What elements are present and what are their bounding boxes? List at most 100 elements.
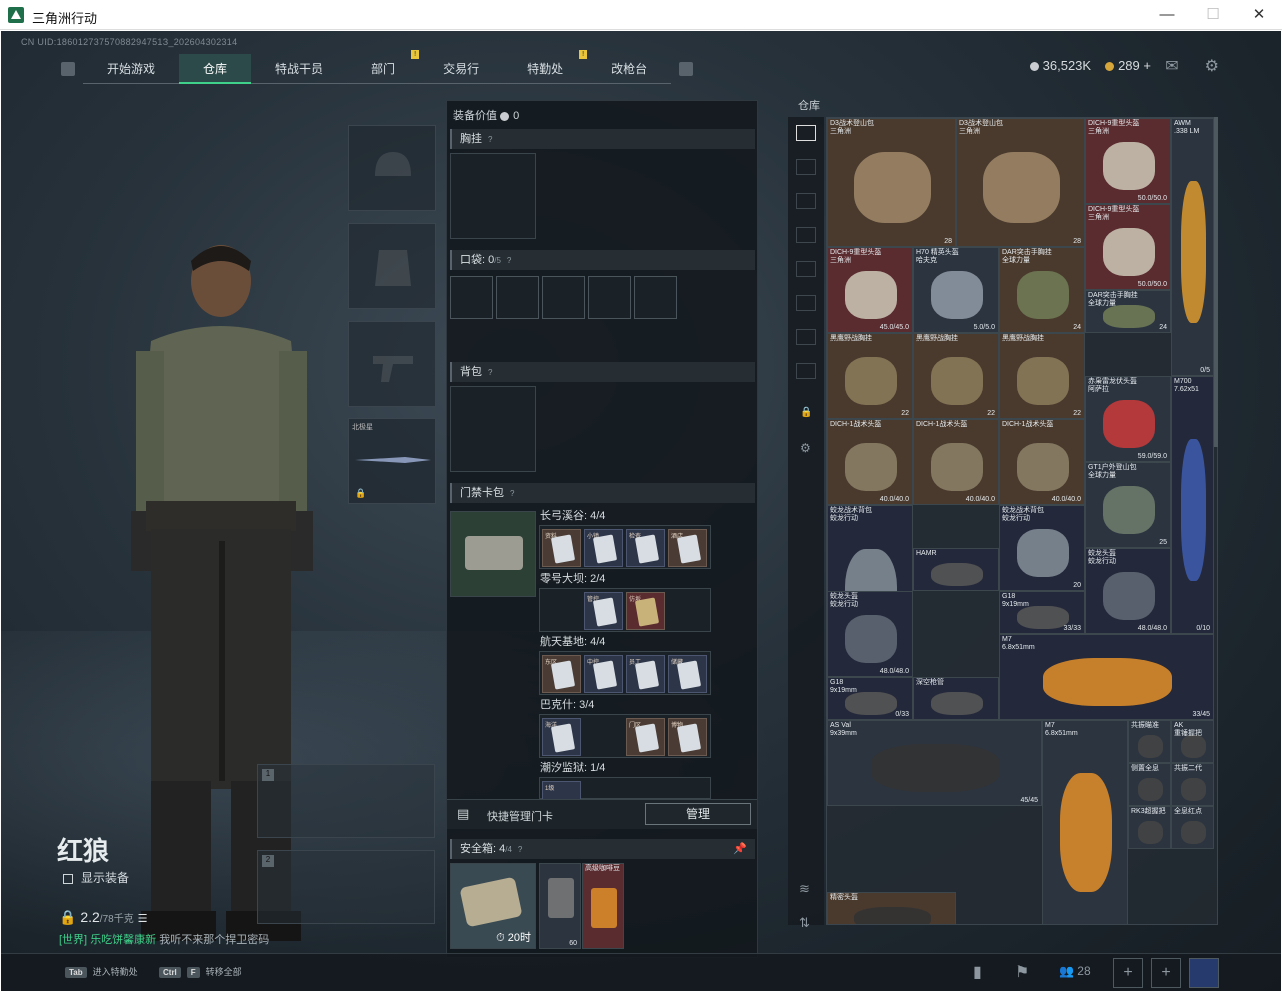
warehouse-item[interactable]: 共振瞄准 (1128, 720, 1171, 763)
tab-warehouse[interactable]: 仓库 (179, 54, 252, 84)
add-friend-button[interactable]: + (1151, 958, 1181, 988)
lock-icon[interactable]: 🔒 (800, 407, 812, 418)
warehouse-item[interactable]: 蛟龙战术背包 蛟龙行动 20 (999, 505, 1085, 591)
pin-icon[interactable]: 📌 (733, 839, 747, 859)
flag-icon[interactable]: ⚑ (1015, 962, 1029, 982)
warehouse-item[interactable]: GT1户外登山包 全球力量 25 (1085, 462, 1171, 548)
chat-line[interactable]: [世界] 乐吃饼馨康新 我听不来那个捍卫密码 (59, 931, 269, 947)
warehouse-item[interactable]: DAR突击手胸挂 全球力量 24 (1085, 290, 1171, 333)
warehouse-item[interactable]: 蛟龙头盔 蛟龙行动 48.0/48.0 (1085, 548, 1171, 634)
tab-department[interactable]: 部门 (347, 54, 420, 84)
layers-icon[interactable]: ≋ (799, 881, 810, 897)
keycard-case[interactable] (450, 511, 536, 597)
pistol-slot[interactable] (348, 321, 436, 407)
show-equipment-toggle[interactable]: 显示装备 (63, 869, 129, 886)
pocket-slot[interactable] (588, 276, 631, 319)
nav-prev-icon[interactable] (61, 62, 75, 76)
keycard[interactable]: 1级 (542, 781, 581, 800)
tab-special-ops[interactable]: 特勤处 (503, 54, 588, 84)
sort-icon[interactable]: ⇅ (799, 915, 810, 931)
warehouse-item[interactable]: DICH-1战术头盔 40.0/40.0 (913, 419, 999, 505)
keycard[interactable]: 中控 (584, 655, 623, 693)
backpack-slot[interactable] (450, 386, 536, 472)
storage-tab-icon[interactable] (796, 363, 816, 379)
storage-tab-icon[interactable] (796, 159, 816, 175)
keycard[interactable]: 储藏 (668, 655, 707, 693)
warehouse-item[interactable]: AK 重锤握把 (1171, 720, 1214, 763)
warehouse-item[interactable]: G18 9x19mm 0/33 (827, 677, 913, 720)
keycard[interactable]: 东区 (542, 655, 581, 693)
keycard[interactable]: 博物 (668, 718, 707, 756)
warehouse-item[interactable]: M700 7.62x51 0/10 (1171, 376, 1214, 634)
warehouse-item[interactable]: 蛟龙头盔 蛟龙行动 48.0/48.0 (827, 591, 913, 677)
storage-tab-icon[interactable] (796, 193, 816, 209)
primary-weapon-slot-1[interactable]: 1 (257, 764, 435, 838)
close-button[interactable]: ✕ (1236, 0, 1282, 30)
warehouse-item[interactable]: 侧置全息 (1128, 763, 1171, 806)
melee-slot[interactable]: 北极星 🔒 (348, 418, 436, 504)
warehouse-item[interactable]: DICH-1战术头盔 40.0/40.0 (999, 419, 1085, 505)
keycard[interactable]: 海洋 (542, 718, 581, 756)
warehouse-item[interactable]: AS Val 9x39mm 45/45 (827, 720, 1042, 806)
keycard[interactable]: 资料 (542, 529, 581, 567)
safebox-item[interactable]: 高级咖啡豆 (582, 863, 624, 949)
helmet-slot[interactable] (348, 125, 436, 211)
warehouse-item[interactable]: 全息红点 (1171, 806, 1214, 849)
warehouse-item[interactable]: 赤枭雷龙伏头盔 阿萨拉 59.0/59.0 (1085, 376, 1171, 462)
warehouse-item[interactable]: DICH-9重型头盔 三角洲 50.0/50.0 (1085, 204, 1171, 290)
warehouse-item[interactable]: 精密头盔 (827, 892, 956, 924)
warehouse-item[interactable]: DAR突击手胸挂 全球力量 24 (999, 247, 1085, 333)
safebox-item[interactable]: 60 (539, 863, 581, 949)
chart-icon[interactable]: ▮ (973, 962, 982, 982)
keycard[interactable]: 酒店 (668, 529, 707, 567)
warehouse-item[interactable]: 黑鹰野战胸挂 22 (999, 333, 1085, 419)
tab-gunsmith[interactable]: 改枪台! (579, 50, 672, 84)
keycard[interactable]: 小镇 (584, 529, 623, 567)
tab-shortcut[interactable]: Tab 进入特勤处 (65, 965, 138, 978)
keycard[interactable]: 检查 (626, 529, 665, 567)
maximize-button[interactable]: ☐ (1190, 0, 1236, 30)
manage-button[interactable]: 管理 (645, 803, 751, 825)
warehouse-scrollbar[interactable] (1214, 117, 1218, 447)
warehouse-item[interactable]: DICH-9重型头盔 三角洲 45.0/45.0 (827, 247, 913, 333)
warehouse-item[interactable]: H70 精英头盔 哈夫克 5.0/5.0 (913, 247, 999, 333)
gear-icon[interactable]: ⚙ (1205, 56, 1219, 76)
checkbox[interactable] (63, 873, 73, 884)
keycard[interactable]: 仿坂 (626, 592, 665, 630)
pocket-slot[interactable] (542, 276, 585, 319)
keycard[interactable]: 管控 (584, 592, 623, 630)
warehouse-item[interactable]: DICH-1战术头盔 40.0/40.0 (827, 419, 913, 505)
mail-icon[interactable]: ✉ (1165, 56, 1178, 76)
pocket-slot[interactable] (496, 276, 539, 319)
warehouse-item[interactable]: M7 6.8x51mm 33/45 (999, 634, 1214, 720)
keycard[interactable]: 员工 (626, 655, 665, 693)
transfer-shortcut[interactable]: Ctrl F 转移全部 (159, 965, 242, 978)
warehouse-item[interactable]: 共振二代 (1171, 763, 1214, 806)
warehouse-item[interactable]: HAMR (913, 548, 999, 591)
warehouse-item[interactable]: G18 9x19mm 33/33 (999, 591, 1085, 634)
team-button[interactable]: 👥 28 (1059, 964, 1091, 978)
warehouse-tab-icon[interactable] (796, 125, 816, 141)
warehouse-item[interactable]: D3战术登山包 三角洲 28 (956, 118, 1085, 247)
chest-rig-slot[interactable] (450, 153, 536, 239)
tab-start-game[interactable]: 开始游戏 (83, 54, 180, 84)
warehouse-item[interactable]: D3战术登山包 三角洲 28 (827, 118, 956, 247)
warehouse-item[interactable]: AWM .338 LM 0/5 (1171, 118, 1214, 376)
warehouse-item[interactable]: 黑鹰野战胸挂 22 (827, 333, 913, 419)
tab-trade[interactable]: 交易行! (411, 50, 504, 84)
storage-tab-icon[interactable] (796, 261, 816, 277)
pocket-slot[interactable] (634, 276, 677, 319)
storage-tab-icon[interactable] (796, 227, 816, 243)
storage-tab-icon[interactable] (796, 295, 816, 311)
warehouse-item[interactable]: RK3超握把 (1128, 806, 1171, 849)
warehouse-item[interactable]: M7 6.8x51mm (1042, 720, 1128, 924)
storage-tab-icon[interactable] (796, 329, 816, 345)
gold-currency[interactable]: 289 + (1105, 58, 1151, 73)
warehouse-item[interactable]: 深空枪管 (913, 677, 999, 720)
minimize-button[interactable]: — (1144, 0, 1190, 30)
pocket-slot[interactable] (450, 276, 493, 319)
warehouse-item[interactable]: 黑鹰野战胸挂 22 (913, 333, 999, 419)
silver-currency[interactable]: 36,523K (1029, 58, 1091, 73)
gear-icon[interactable]: ⚙ (800, 441, 811, 455)
armor-slot[interactable] (348, 223, 436, 309)
